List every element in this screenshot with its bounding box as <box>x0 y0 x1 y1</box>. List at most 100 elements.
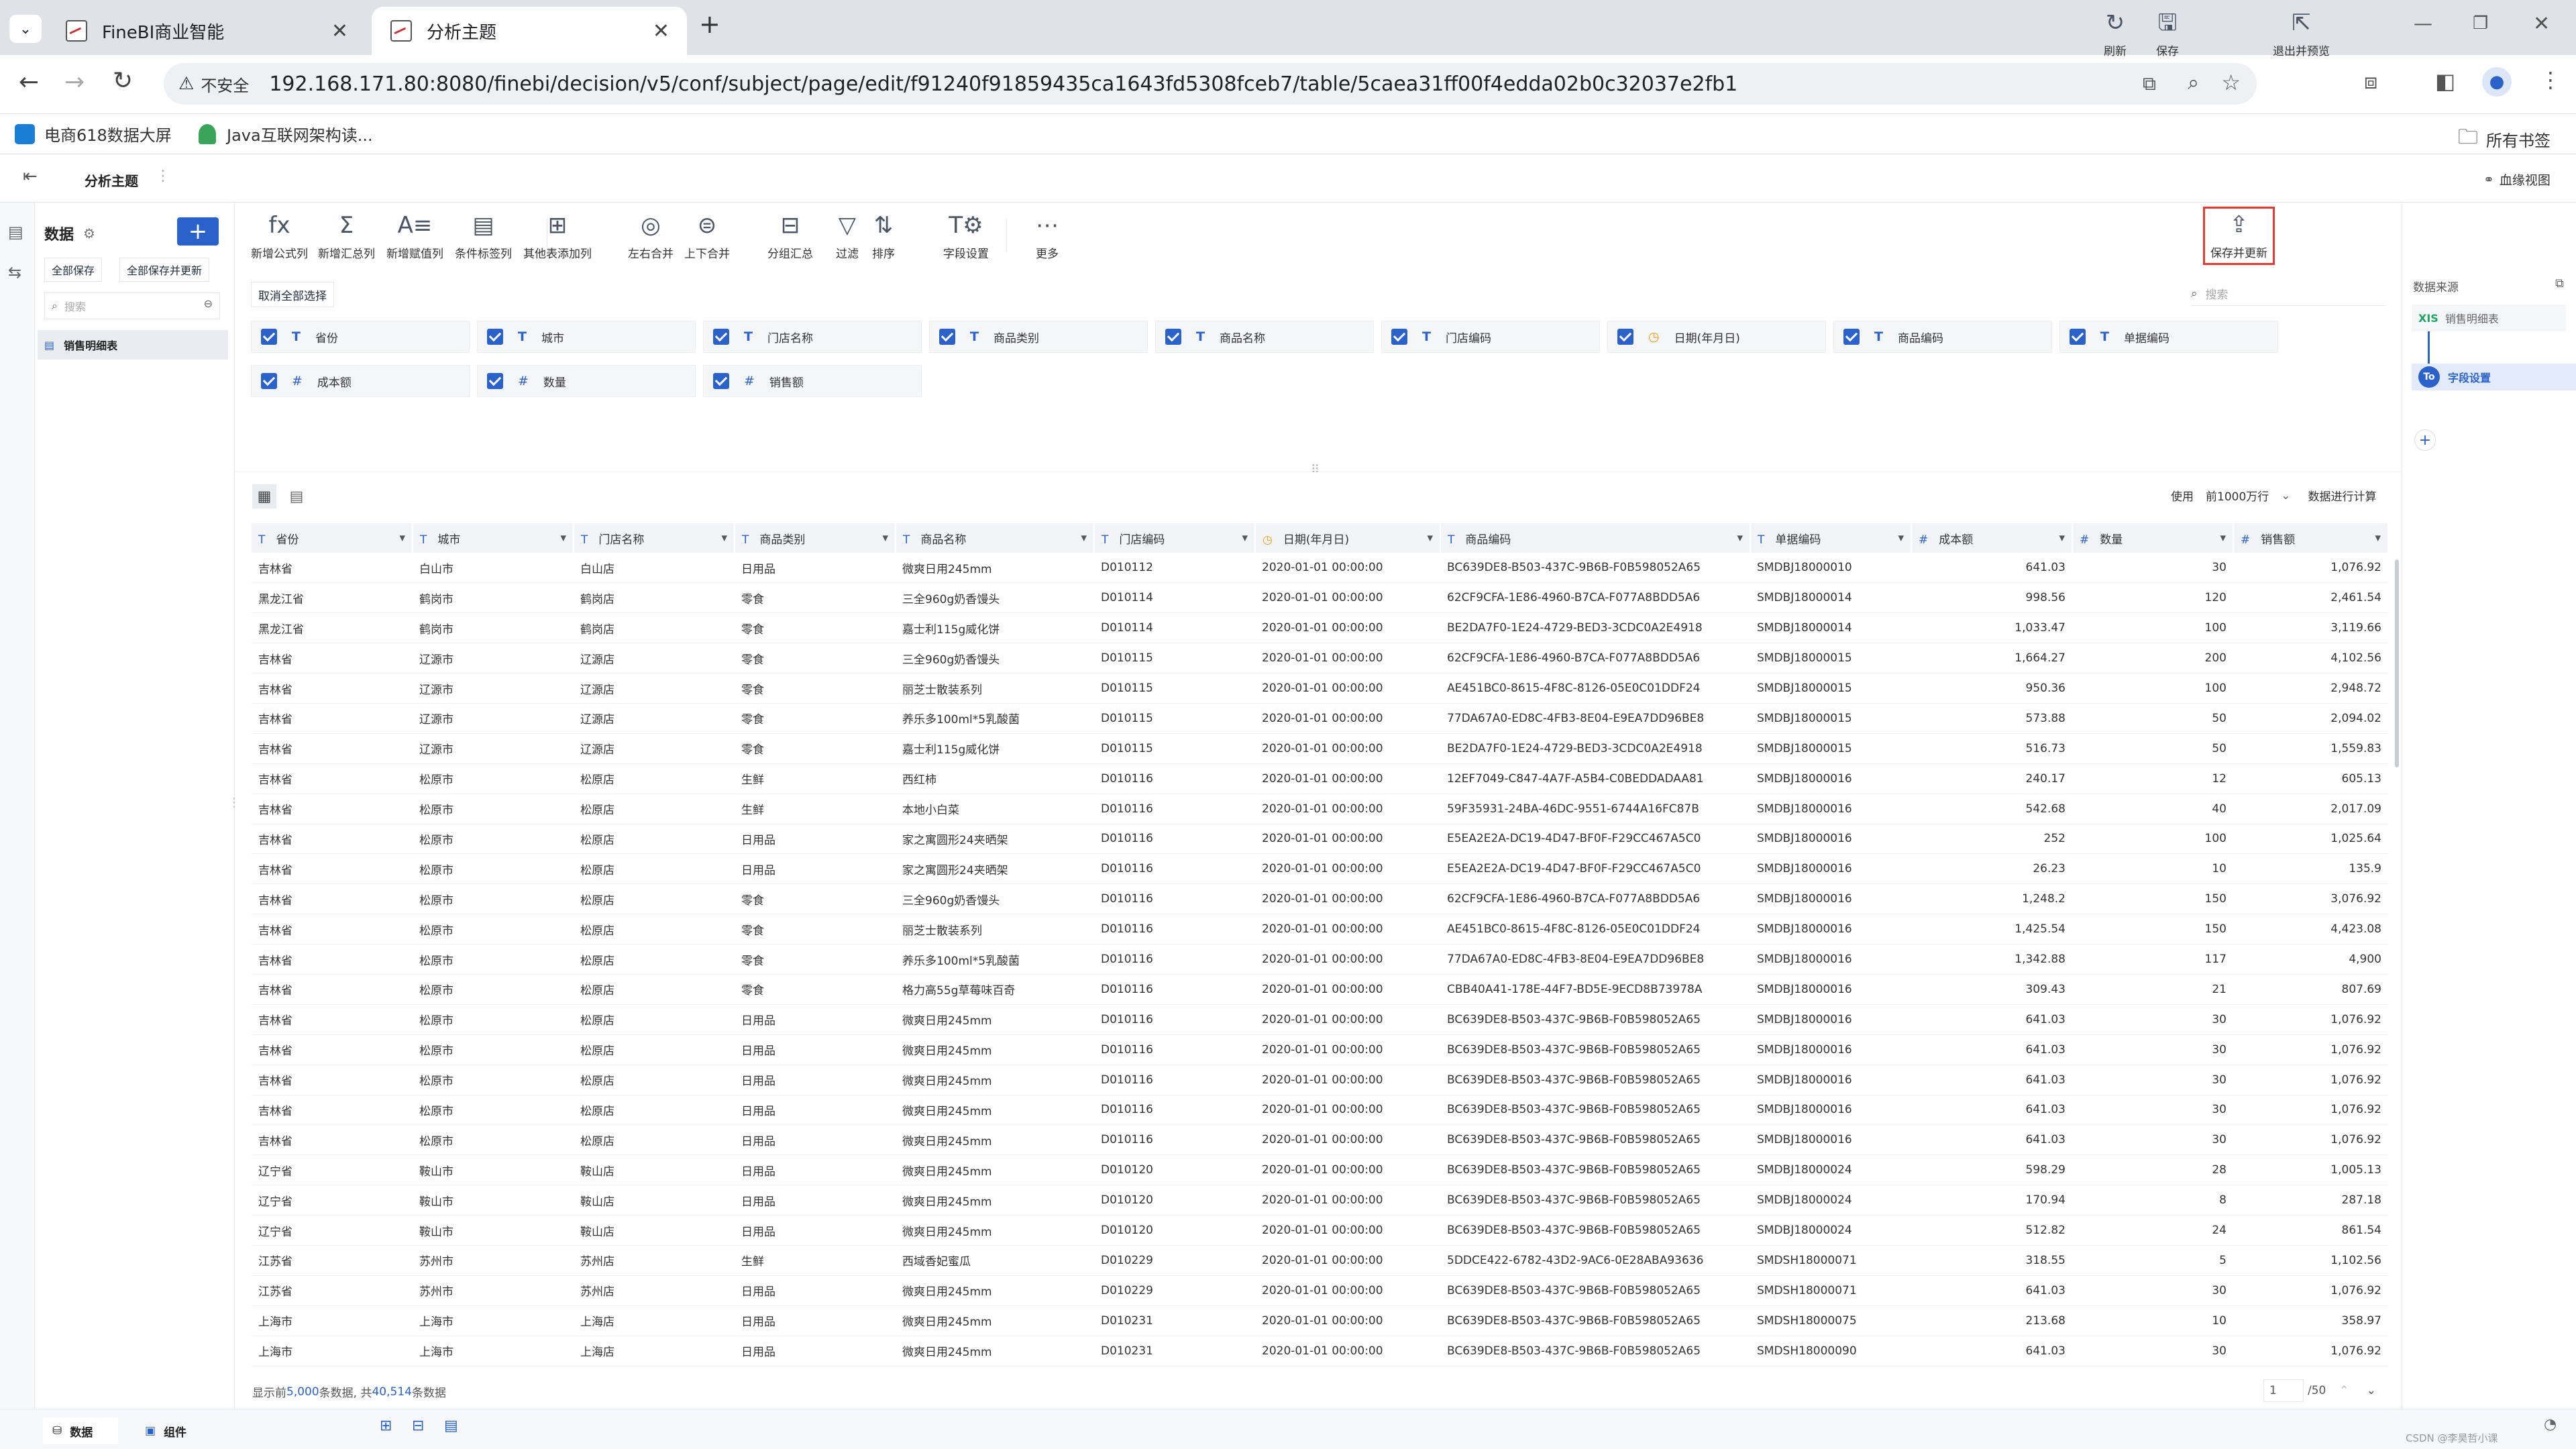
table-cell[interactable]: D010229 <box>1094 1275 1255 1306</box>
table-cell[interactable]: 170.94 <box>1911 1185 2072 1216</box>
table-cell[interactable]: SMDBJ18000014 <box>1750 582 1911 614</box>
column-menu-icon[interactable]: ▾ <box>399 531 405 545</box>
table-cell[interactable]: 松原市 <box>413 1065 574 1095</box>
table-cell[interactable]: 养乐多100ml*5乳酸菌 <box>896 944 1094 975</box>
table-cell[interactable]: SMDBJ18000016 <box>1750 1124 1911 1156</box>
field-checkbox[interactable] <box>939 329 955 345</box>
restore-icon[interactable]: ❐ <box>2473 13 2488 34</box>
table-cell[interactable]: 微爽日用245mm <box>896 1155 1094 1186</box>
table-cell[interactable]: 2020-01-01 00:00:00 <box>1255 883 1440 915</box>
table-cell[interactable]: 1,425.54 <box>1911 914 2072 945</box>
field-chip[interactable]: T 城市 <box>477 321 696 353</box>
table-cell[interactable]: 微爽日用245mm <box>896 1305 1094 1336</box>
table-cell[interactable]: 嘉士利115g威化饼 <box>896 733 1094 764</box>
column-header[interactable]: T 门店名称 ▾ <box>574 523 735 553</box>
table-cell[interactable]: 白山店 <box>574 553 735 584</box>
table-cell[interactable]: 2020-01-01 00:00:00 <box>1255 824 1440 855</box>
column-menu-icon[interactable]: ▾ <box>1081 531 1087 545</box>
top-bottom-merge-button[interactable]: ⊜ 上下合并 <box>684 212 730 261</box>
zoom-icon[interactable]: ⌕ <box>2188 71 2199 95</box>
table-item-sales-detail[interactable]: ▤ 销售明细表 <box>38 330 228 360</box>
table-cell[interactable]: 2020-01-01 00:00:00 <box>1255 1305 1440 1336</box>
table-cell[interactable]: 微爽日用245mm <box>896 1215 1094 1246</box>
table-cell[interactable]: 西域香妃蜜瓜 <box>896 1245 1094 1276</box>
table-cell[interactable]: BC639DE8-B503-437C-9B6B-F0B598052A65 <box>1440 1305 1750 1336</box>
bookmark-star-icon[interactable]: ☆ <box>2221 70 2241 95</box>
feedback-icon[interactable]: ◔ <box>2544 1416 2557 1433</box>
bookmark-item[interactable]: Java互联网架构读... <box>199 122 373 146</box>
more-button[interactable]: ⋯ 更多 <box>1036 212 1059 261</box>
table-cell[interactable]: 40 <box>2072 794 2233 824</box>
table-cell[interactable]: D010116 <box>1094 1034 1255 1065</box>
close-icon[interactable]: ✕ <box>331 19 348 43</box>
table-cell[interactable]: 松原市 <box>413 824 574 855</box>
table-cell[interactable]: SMDSH18000071 <box>1750 1275 1911 1306</box>
table-cell[interactable]: 吉林省 <box>252 763 413 794</box>
table-cell[interactable]: 吉林省 <box>252 673 413 704</box>
table-cell[interactable]: SMDSH18000075 <box>1750 1305 1911 1336</box>
table-cell[interactable]: 吉林省 <box>252 1095 413 1126</box>
table-cell[interactable]: 三全960g奶香馒头 <box>896 643 1094 674</box>
column-header[interactable]: # 销售额 ▾ <box>2233 523 2389 553</box>
table-cell[interactable]: SMDBJ18000010 <box>1750 553 1911 584</box>
table-cell[interactable]: 零食 <box>735 974 896 1005</box>
table-cell[interactable]: 2020-01-01 00:00:00 <box>1255 1065 1440 1095</box>
table-cell[interactable]: 28 <box>2072 1155 2233 1186</box>
table-cell[interactable]: 117 <box>2072 944 2233 975</box>
table-cell[interactable]: 62CF9CFA-1E86-4960-B7CA-F077A8BDD5A6 <box>1440 883 1750 915</box>
table-cell[interactable]: 三全960g奶香馒头 <box>896 883 1094 915</box>
table-cell[interactable]: 苏州店 <box>574 1245 735 1276</box>
table-cell[interactable]: 生鲜 <box>735 794 896 824</box>
table-cell[interactable]: 上海市 <box>252 1336 413 1366</box>
relation-icon[interactable]: ⇆ <box>8 263 21 282</box>
close-icon[interactable]: ✕ <box>653 19 669 43</box>
column-header[interactable]: ◷ 日期(年月日) ▾ <box>1255 523 1441 553</box>
table-cell[interactable]: BC639DE8-B503-437C-9B6B-F0B598052A65 <box>1440 1034 1750 1065</box>
page-input[interactable]: 1 <box>2263 1379 2304 1402</box>
table-cell[interactable]: 丽芝士散装系列 <box>896 673 1094 704</box>
table-cell[interactable]: 松原市 <box>413 1095 574 1126</box>
detail-view-icon[interactable]: ▤ <box>284 484 309 508</box>
extensions-icon[interactable]: ⧈ <box>2364 68 2377 95</box>
table-cell[interactable]: 12EF7049-C847-4A7F-A5B4-C0BEDDADAA81 <box>1440 763 1750 794</box>
table-cell[interactable]: 生鲜 <box>735 1245 896 1276</box>
table-cell[interactable]: 50 <box>2072 733 2233 764</box>
table-cell[interactable]: 1,025.64 <box>2233 824 2388 855</box>
add-summary-column-button[interactable]: Σ 新增汇总列 <box>318 212 375 261</box>
add-column-from-other-table-button[interactable]: ⊞ 其他表添加列 <box>523 212 592 261</box>
table-cell[interactable]: SMDBJ18000016 <box>1750 853 1911 885</box>
table-cell[interactable]: SMDSH18000090 <box>1750 1336 1911 1366</box>
table-cell[interactable]: 松原店 <box>574 1124 735 1156</box>
table-cell[interactable]: SMDSH18000071 <box>1750 1245 1911 1276</box>
table-cell[interactable]: 512.82 <box>1911 1215 2072 1246</box>
table-cell[interactable]: BC639DE8-B503-437C-9B6B-F0B598052A65 <box>1440 1155 1750 1186</box>
table-cell[interactable]: 日用品 <box>735 1124 896 1156</box>
column-header[interactable]: T 单据编码 ▾ <box>1750 523 1912 553</box>
add-dashboard-icon[interactable]: ⊟ <box>412 1417 424 1434</box>
table-cell[interactable]: 1,076.92 <box>2233 1275 2388 1306</box>
field-chip[interactable]: ◷ 日期(年月日) <box>1607 321 1826 353</box>
table-cell[interactable]: 573.88 <box>1911 703 2072 734</box>
field-chip[interactable]: T 单据编码 <box>2059 321 2278 353</box>
table-cell[interactable]: 2020-01-01 00:00:00 <box>1255 1275 1440 1306</box>
table-cell[interactable]: 2020-01-01 00:00:00 <box>1255 582 1440 614</box>
table-cell[interactable]: CBB40A41-178E-44F7-BD5E-9ECD8B73978A <box>1440 974 1750 1005</box>
table-cell[interactable]: 松原市 <box>413 883 574 915</box>
table-cell[interactable]: 日用品 <box>735 1095 896 1126</box>
save-all-button[interactable]: 全部保存 <box>44 258 103 282</box>
translate-icon[interactable]: ⧉ <box>2143 72 2156 95</box>
table-cell[interactable]: BE2DA7F0-1E24-4729-BED3-3CDC0A2E4918 <box>1440 612 1750 644</box>
table-cell[interactable]: 松原市 <box>413 1004 574 1035</box>
table-cell[interactable]: BC639DE8-B503-437C-9B6B-F0B598052A65 <box>1440 553 1750 584</box>
table-cell[interactable]: 2020-01-01 00:00:00 <box>1255 703 1440 734</box>
table-cell[interactable]: 松原市 <box>413 974 574 1005</box>
step-field-settings[interactable]: To 字段设置 <box>2412 364 2576 390</box>
table-cell[interactable]: 日用品 <box>735 1034 896 1065</box>
table-cell[interactable]: 日用品 <box>735 1275 896 1306</box>
add-formula-column-button[interactable]: fx 新增公式列 <box>251 212 308 261</box>
table-cell[interactable]: 松原店 <box>574 824 735 855</box>
table-cell[interactable]: 松原店 <box>574 853 735 885</box>
table-cell[interactable]: D010116 <box>1094 853 1255 885</box>
table-cell[interactable]: D010120 <box>1094 1185 1255 1216</box>
table-cell[interactable]: 吉林省 <box>252 944 413 975</box>
